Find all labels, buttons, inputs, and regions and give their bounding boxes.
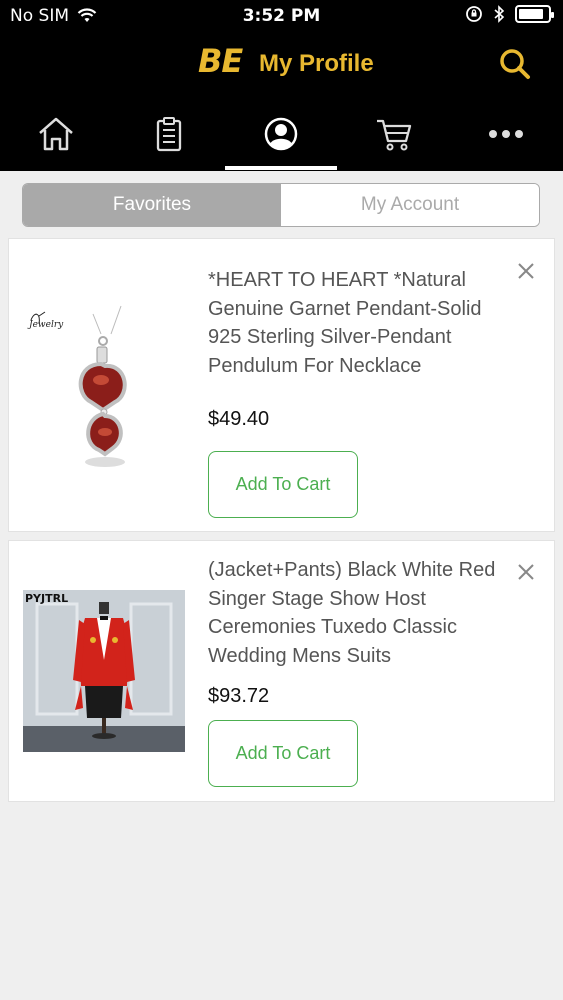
product-price: $49.40: [208, 408, 270, 430]
status-right: [465, 5, 554, 23]
product-image-tuxedo[interactable]: PYJTRL: [23, 590, 185, 752]
home-icon: [39, 117, 73, 150]
red-tuxedo-image: PYJTRL: [23, 590, 185, 752]
garnet-pendant-image: Jewelry: [27, 305, 127, 467]
segmented-control: Favorites My Account: [22, 183, 540, 227]
product-image-pendant[interactable]: Jewelry: [23, 294, 183, 474]
status-bar: No SIM 3:52 PM: [0, 0, 563, 34]
search-button[interactable]: [497, 46, 533, 82]
tab-orders[interactable]: [113, 110, 225, 171]
remove-favorite-button[interactable]: [516, 261, 536, 281]
orders-icon: [156, 116, 182, 151]
cart-icon: [377, 119, 412, 150]
tuxedo-brand-mark: PYJTRL: [25, 592, 68, 605]
add-to-cart-button[interactable]: Add To Cart: [208, 720, 358, 787]
remove-favorite-button[interactable]: [516, 562, 536, 582]
favorite-item: PYJTRL (Jacket+Pants) Black White Red Si…: [8, 540, 555, 802]
profile-icon: [264, 117, 298, 150]
page-title: My Profile: [259, 50, 374, 77]
product-title[interactable]: (Jacket+Pants) Black White Red Singer St…: [208, 556, 520, 670]
app-header: No SIM 3:52 PM BE My Profile: [0, 0, 563, 171]
product-title[interactable]: *HEART TO HEART *Natural Genuine Garnet …: [208, 266, 520, 380]
battery-icon: [515, 5, 554, 23]
tab-bar: [0, 110, 563, 171]
tab-profile[interactable]: [225, 110, 337, 171]
close-icon: [518, 263, 534, 279]
tab-home[interactable]: [0, 110, 112, 171]
more-icon: [489, 129, 523, 138]
pendant-brand-mark: Jewelry: [27, 320, 64, 330]
product-price: $93.72: [208, 685, 270, 707]
bluetooth-icon: [494, 5, 505, 23]
title-bar: BE My Profile: [0, 40, 563, 90]
favorite-item: Jewelry *HEART TO HEART *Natural Genuine…: [8, 238, 555, 532]
tab-cart[interactable]: [338, 110, 450, 171]
brand-logo[interactable]: BE: [198, 42, 243, 80]
segment-favorites[interactable]: Favorites: [23, 184, 281, 226]
segment-my-account[interactable]: My Account: [281, 184, 539, 226]
close-icon: [518, 564, 534, 580]
orientation-lock-icon: [466, 6, 482, 22]
add-to-cart-button[interactable]: Add To Cart: [208, 451, 358, 518]
search-icon: [500, 49, 530, 79]
active-tab-indicator: [225, 166, 337, 170]
tab-more[interactable]: [450, 110, 562, 171]
